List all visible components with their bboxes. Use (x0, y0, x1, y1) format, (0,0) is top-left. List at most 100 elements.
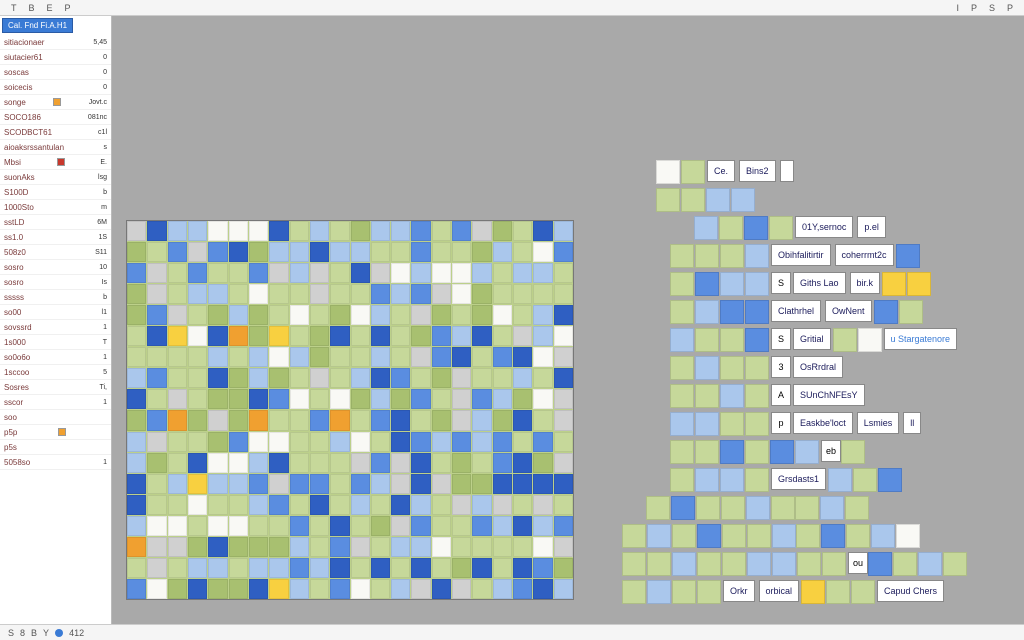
mosaic-tile[interactable] (554, 305, 573, 325)
mosaic-tile[interactable] (330, 242, 349, 262)
mosaic-tile[interactable] (330, 368, 349, 388)
mosaic-tile[interactable] (391, 537, 410, 557)
panel-tile[interactable] (672, 552, 696, 576)
panel-tile[interactable] (719, 216, 743, 240)
mosaic-tile[interactable] (452, 326, 471, 346)
mosaic-tile[interactable] (351, 558, 370, 578)
mosaic-tile[interactable] (533, 495, 552, 515)
panel-tile[interactable] (896, 244, 920, 268)
mosaic-tile[interactable] (432, 579, 451, 599)
panel-tile[interactable] (943, 552, 967, 576)
panel-tile[interactable] (745, 244, 769, 268)
mosaic-tile[interactable] (269, 495, 288, 515)
mosaic-tile[interactable] (391, 389, 410, 409)
mosaic-tile[interactable] (127, 347, 146, 367)
mosaic-tile[interactable] (351, 263, 370, 283)
mosaic-tile[interactable] (472, 347, 491, 367)
panel-tile[interactable] (670, 300, 694, 324)
mosaic-tile[interactable] (554, 326, 573, 346)
panel-tile[interactable] (769, 216, 793, 240)
mosaic-tile[interactable] (472, 305, 491, 325)
panel-tile[interactable] (918, 552, 942, 576)
toolbar-item[interactable]: T (8, 3, 20, 13)
mosaic-tile[interactable] (310, 368, 329, 388)
panel-tile[interactable] (670, 272, 694, 296)
mosaic-tile[interactable] (290, 368, 309, 388)
panel-tile[interactable] (695, 440, 719, 464)
panel-tile[interactable] (771, 496, 795, 520)
mosaic-tile[interactable] (411, 389, 430, 409)
mosaic-tile[interactable] (330, 579, 349, 599)
mosaic-tile[interactable] (391, 558, 410, 578)
panel-tile[interactable] (745, 356, 769, 380)
mosaic-tile[interactable] (371, 284, 390, 304)
mosaic-tile[interactable] (493, 558, 512, 578)
mosaic-tile[interactable] (330, 389, 349, 409)
sidebar-row[interactable]: 5058so1 (0, 455, 111, 470)
sidebar-row[interactable]: sscor1 (0, 395, 111, 410)
mosaic-tile[interactable] (269, 389, 288, 409)
mosaic-tile[interactable] (493, 432, 512, 452)
mosaic-tile[interactable] (533, 537, 552, 557)
mosaic-tile[interactable] (208, 221, 227, 241)
panel-tile[interactable] (828, 468, 852, 492)
mosaic-tile[interactable] (493, 221, 512, 241)
mosaic-tile[interactable] (188, 558, 207, 578)
panel-tile[interactable] (853, 468, 877, 492)
panel-tile[interactable] (722, 552, 746, 576)
mosaic-tile[interactable] (168, 537, 187, 557)
mosaic-tile[interactable] (351, 516, 370, 536)
mosaic-tile[interactable] (452, 495, 471, 515)
mosaic-tile[interactable] (411, 495, 430, 515)
mosaic-tile[interactable] (249, 537, 268, 557)
panel-label[interactable]: Obihfalitirtir (771, 244, 831, 266)
mosaic-tile[interactable] (493, 284, 512, 304)
mosaic-tile[interactable] (351, 537, 370, 557)
panel-tile[interactable] (671, 496, 695, 520)
mosaic-tile[interactable] (493, 516, 512, 536)
panel-tile[interactable] (795, 440, 819, 464)
mosaic-tile[interactable] (208, 284, 227, 304)
mosaic-tile[interactable] (371, 432, 390, 452)
panel-tail-label[interactable]: Capud Chers (877, 580, 944, 602)
mosaic-tile[interactable] (513, 453, 532, 473)
mosaic-tile[interactable] (188, 242, 207, 262)
mosaic-tile[interactable] (310, 389, 329, 409)
mosaic-tile[interactable] (391, 263, 410, 283)
mosaic-tile[interactable] (269, 221, 288, 241)
mosaic-tile[interactable] (452, 368, 471, 388)
mosaic-tile[interactable] (493, 453, 512, 473)
sidebar-row[interactable]: SCODBCT61c1l (0, 125, 111, 140)
mosaic-tile[interactable] (147, 221, 166, 241)
panel-mini-label[interactable]: p (771, 412, 791, 434)
mosaic-tile[interactable] (310, 284, 329, 304)
mosaic-tile[interactable] (147, 410, 166, 430)
toolbar-item[interactable]: E (44, 3, 56, 13)
toolbar-item[interactable]: S (986, 3, 998, 13)
mosaic-tile[interactable] (533, 474, 552, 494)
mosaic-tile[interactable] (208, 453, 227, 473)
mosaic-tile[interactable] (371, 305, 390, 325)
mosaic-tile[interactable] (168, 432, 187, 452)
mosaic-tile[interactable] (229, 263, 248, 283)
mosaic-tile[interactable] (554, 579, 573, 599)
mosaic-tile[interactable] (432, 263, 451, 283)
panel-tile[interactable] (801, 580, 825, 604)
mosaic-tile[interactable] (452, 558, 471, 578)
mosaic-tile[interactable] (168, 516, 187, 536)
sidebar-row[interactable]: sosroIs (0, 275, 111, 290)
mosaic-tile[interactable] (432, 242, 451, 262)
mosaic-tile[interactable] (432, 558, 451, 578)
sidebar-row[interactable]: MbsiE. (0, 155, 111, 170)
sidebar-row[interactable]: songeJovt.c (0, 95, 111, 110)
mosaic-tile[interactable] (269, 453, 288, 473)
mosaic-tile[interactable] (310, 326, 329, 346)
mosaic-tile[interactable] (310, 495, 329, 515)
sidebar-row[interactable]: sitiacionaer5,45 (0, 35, 111, 50)
mosaic-tile[interactable] (452, 263, 471, 283)
mosaic-tile[interactable] (269, 537, 288, 557)
mosaic-tile[interactable] (432, 453, 451, 473)
panel-tile[interactable] (899, 300, 923, 324)
mosaic-tile[interactable] (351, 242, 370, 262)
mosaic-tile[interactable] (391, 347, 410, 367)
